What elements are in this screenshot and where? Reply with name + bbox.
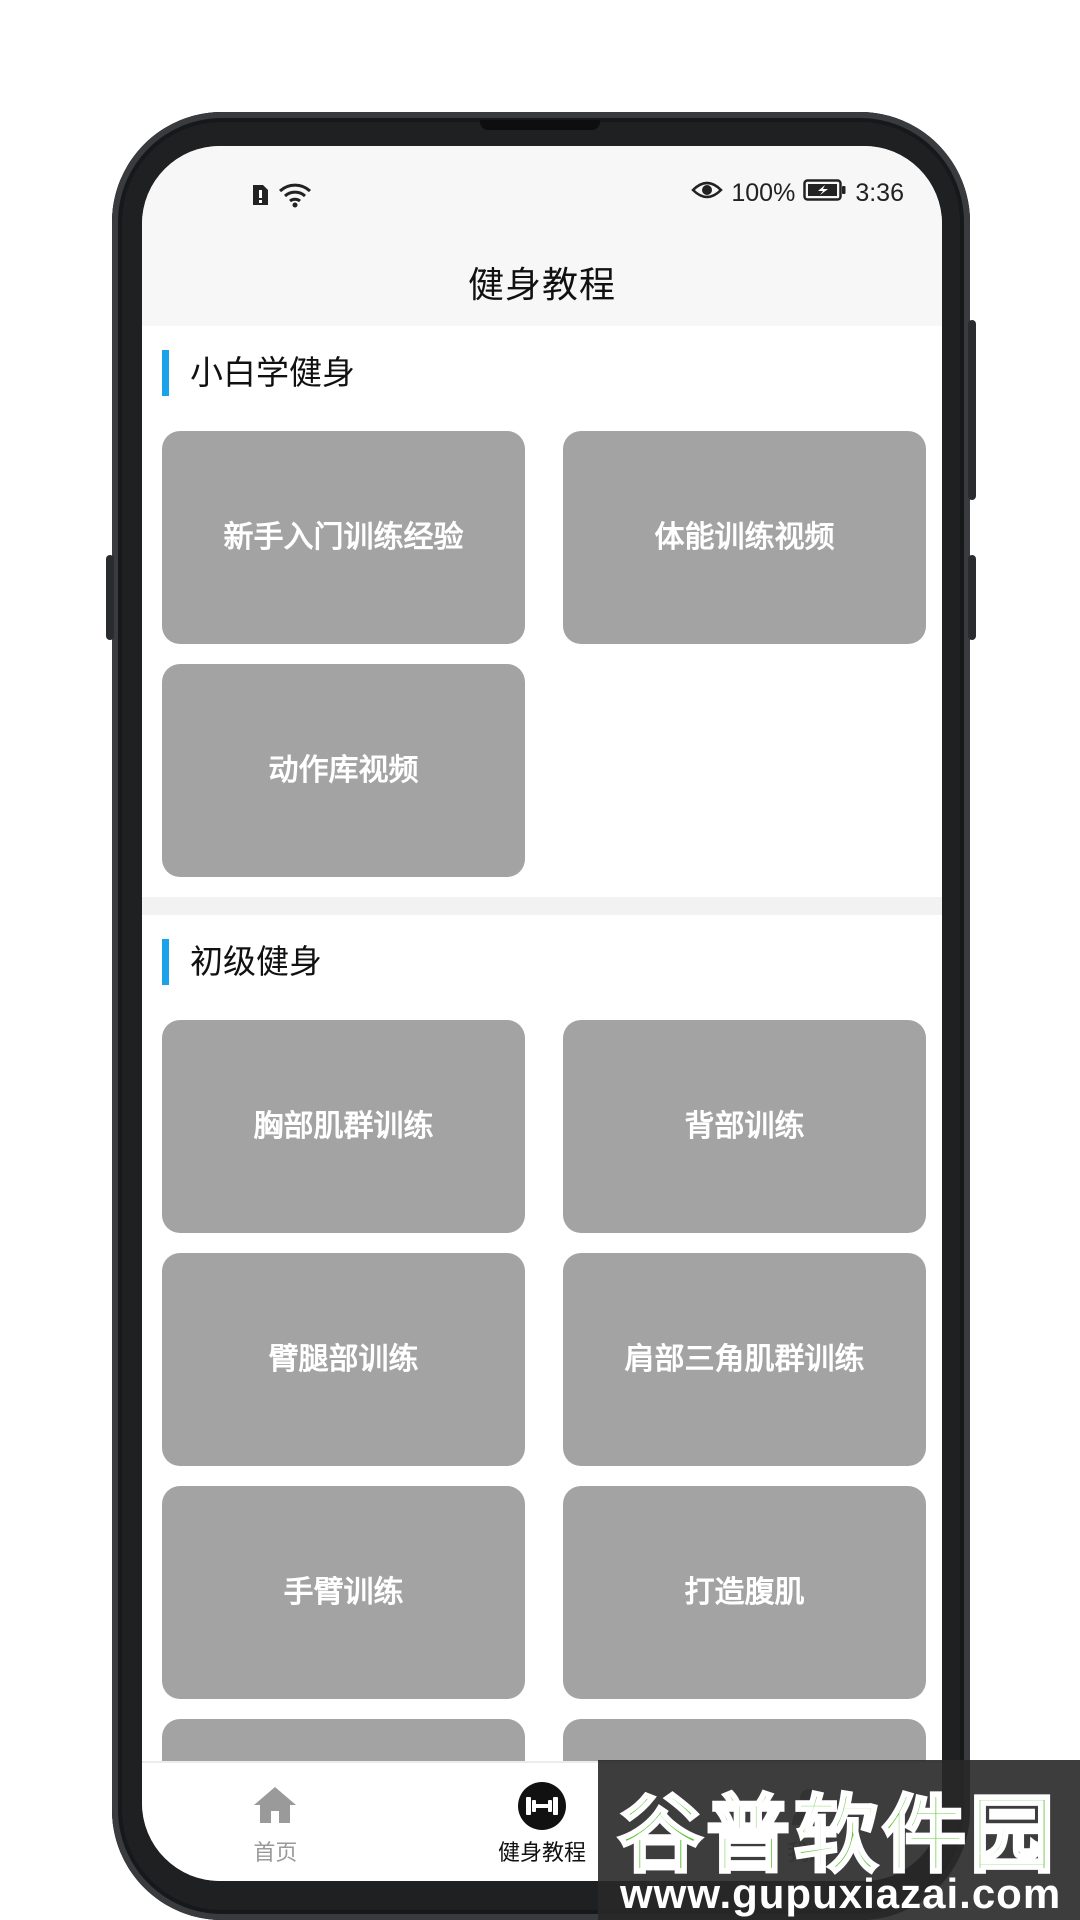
clock: 3:36 [855, 179, 904, 207]
sim-alert-icon [250, 183, 270, 211]
section-beginner: 小白学健身 新手入门训练经验 体能训练视频 动作库视频 [142, 326, 942, 897]
card-fitness-video[interactable]: 体能训练视频 [563, 431, 926, 644]
section-accent-bar [162, 939, 169, 985]
section-header: 初级健身 [142, 915, 942, 1020]
card-label: 体能训练视频 [654, 520, 835, 555]
card-label: 肩部三角肌群训练 [624, 1342, 865, 1377]
wifi-icon [278, 182, 312, 212]
card-partial-1[interactable] [162, 1719, 525, 1761]
section-divider [142, 897, 942, 915]
card-abs-training[interactable]: 打造腹肌 [563, 1486, 926, 1699]
eye-comfort-icon [691, 179, 724, 208]
section-title: 初级健身 [190, 942, 322, 981]
stage: 100% 3:36 健身教程 小白学健身 新手入门训练经验 体能训练视频 动作库… [0, 0, 1080, 1920]
phone-speaker [480, 120, 600, 130]
card-label: 背部训练 [684, 1109, 805, 1144]
section-title: 小白学健身 [190, 353, 355, 392]
phone-power-button [968, 555, 976, 640]
status-left [250, 182, 312, 212]
card-label: 动作库视频 [268, 753, 419, 788]
card-back-training[interactable]: 背部训练 [563, 1020, 926, 1233]
nav-label: 首页 [253, 1841, 298, 1866]
watermark-url: www.gupuxiazai.com [620, 1870, 1062, 1917]
card-partial-2[interactable] [563, 1719, 926, 1761]
status-right: 100% 3:36 [691, 178, 904, 209]
card-grid: 新手入门训练经验 体能训练视频 动作库视频 [142, 431, 942, 877]
home-icon [250, 1781, 300, 1831]
section-gap [142, 877, 942, 897]
page-title: 健身教程 [467, 265, 616, 306]
section-accent-bar [162, 350, 169, 396]
card-hip-leg-training[interactable]: 臂腿部训练 [162, 1253, 525, 1466]
card-chest-training[interactable]: 胸部肌群训练 [162, 1020, 525, 1233]
phone-volume-button [968, 320, 976, 500]
phone-left-button [106, 555, 114, 640]
dumbbell-icon [517, 1781, 567, 1831]
card-label: 打造腹肌 [684, 1575, 805, 1610]
title-bar: 健身教程 [142, 246, 942, 326]
content-scroll[interactable]: 小白学健身 新手入门训练经验 体能训练视频 动作库视频 初级健身 胸部肌群训练 … [142, 326, 942, 1761]
nav-item-home[interactable]: 首页 [142, 1763, 409, 1881]
card-label: 胸部肌群训练 [253, 1109, 434, 1144]
card-newbie-training[interactable]: 新手入门训练经验 [162, 431, 525, 644]
card-arm-training[interactable]: 手臂训练 [162, 1486, 525, 1699]
card-shoulder-training[interactable]: 肩部三角肌群训练 [563, 1253, 926, 1466]
section-basic: 初级健身 胸部肌群训练 背部训练 臂腿部训练 肩部三角肌群训练 手臂训练 打造腹… [142, 915, 942, 1761]
status-bar: 100% 3:36 [142, 146, 942, 246]
card-label: 新手入门训练经验 [223, 520, 464, 555]
battery-percent: 100% [731, 179, 796, 207]
phone-screen: 100% 3:36 健身教程 小白学健身 新手入门训练经验 体能训练视频 动作库… [142, 146, 942, 1881]
battery-icon [803, 178, 847, 209]
card-label: 手臂训练 [283, 1575, 404, 1610]
card-grid: 胸部肌群训练 背部训练 臂腿部训练 肩部三角肌群训练 手臂训练 打造腹肌 [142, 1020, 942, 1761]
section-header: 小白学健身 [142, 326, 942, 431]
watermark: 谷普软件园 www.gupuxiazai.com [598, 1760, 1080, 1920]
card-action-library[interactable]: 动作库视频 [162, 664, 525, 877]
card-label: 臂腿部训练 [268, 1342, 419, 1377]
